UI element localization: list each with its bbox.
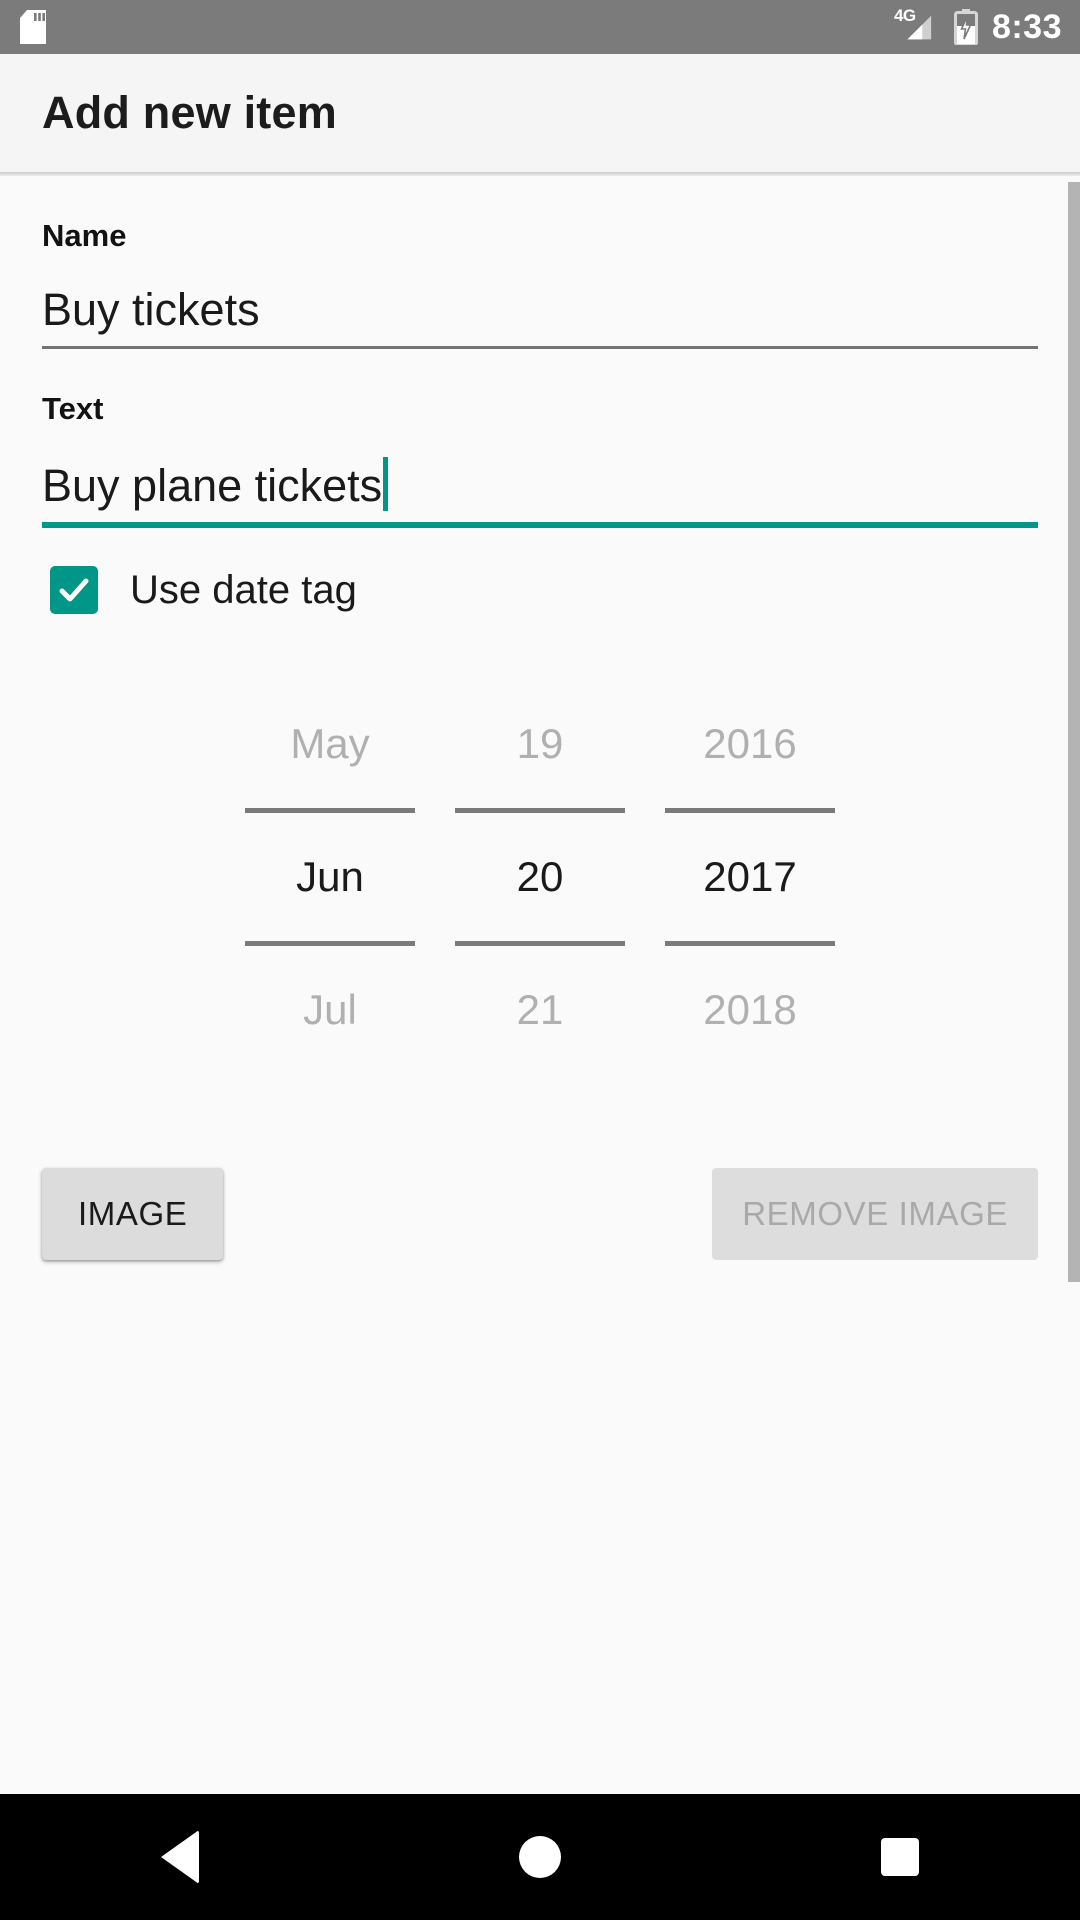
status-bar: 4G 8:33 bbox=[0, 0, 1080, 54]
name-input-value: Buy tickets bbox=[42, 284, 260, 335]
day-selected-cell[interactable]: 20 bbox=[435, 813, 645, 941]
nav-back-button[interactable] bbox=[90, 1794, 270, 1920]
sd-card-icon bbox=[20, 10, 46, 44]
name-field-group: Name Buy tickets bbox=[42, 176, 1038, 349]
day-next-cell[interactable]: 21 bbox=[435, 946, 645, 1074]
month-next-value: Jul bbox=[303, 986, 357, 1033]
year-previous-value: 2016 bbox=[703, 720, 797, 767]
month-next-cell[interactable]: Jul bbox=[225, 946, 435, 1074]
date-picker[interactable]: May Jun Jul 19 20 21 2016 2017 2018 bbox=[42, 680, 1038, 1074]
day-next-value: 21 bbox=[516, 986, 564, 1033]
home-circle-icon bbox=[519, 1836, 561, 1878]
text-input[interactable]: Buy plane tickets bbox=[42, 427, 1038, 522]
name-field-label: Name bbox=[42, 218, 127, 253]
text-input-underline bbox=[42, 522, 1038, 528]
month-selected-value: Jun bbox=[296, 853, 364, 900]
page-title: Add new item bbox=[42, 87, 337, 138]
text-field-label: Text bbox=[42, 391, 104, 426]
vertical-scrollbar[interactable] bbox=[1068, 182, 1080, 1282]
status-bar-clock: 8:33 bbox=[991, 8, 1062, 46]
battery-charging-icon bbox=[953, 9, 978, 45]
year-next-cell[interactable]: 2018 bbox=[645, 946, 855, 1074]
day-previous-value: 19 bbox=[516, 720, 564, 767]
text-cursor bbox=[383, 457, 389, 511]
form-content: Name Buy tickets Text Buy plane tickets … bbox=[0, 176, 1080, 1794]
year-selected-cell[interactable]: 2017 bbox=[645, 813, 855, 941]
checkmark-icon bbox=[59, 578, 89, 602]
use-date-tag-checkbox[interactable] bbox=[50, 566, 98, 614]
day-previous-cell[interactable]: 19 bbox=[435, 680, 645, 808]
status-bar-right: 4G 8:33 bbox=[894, 7, 1062, 46]
year-next-value: 2018 bbox=[703, 986, 797, 1033]
month-previous-value: May bbox=[290, 720, 370, 767]
nav-recents-button[interactable] bbox=[810, 1794, 990, 1920]
nav-home-button[interactable] bbox=[450, 1794, 630, 1920]
system-navigation-bar bbox=[0, 1794, 1080, 1920]
back-triangle-icon bbox=[161, 1830, 199, 1884]
image-button[interactable]: IMAGE bbox=[42, 1168, 224, 1260]
date-picker-day-column[interactable]: 19 20 21 bbox=[435, 680, 645, 1074]
month-previous-cell[interactable]: May bbox=[225, 680, 435, 808]
status-bar-left bbox=[20, 10, 46, 44]
signal-bars-icon: 4G bbox=[894, 7, 940, 45]
image-button-row: IMAGE REMOVE IMAGE bbox=[42, 1168, 1038, 1260]
phone-screen: 4G 8:33 Add new item Name Buy tickets Te… bbox=[0, 0, 1080, 1920]
date-picker-year-column[interactable]: 2016 2017 2018 bbox=[645, 680, 855, 1074]
day-selected-value: 20 bbox=[516, 853, 564, 900]
month-selected-cell[interactable]: Jun bbox=[225, 813, 435, 941]
date-picker-month-column[interactable]: May Jun Jul bbox=[225, 680, 435, 1074]
use-date-tag-label: Use date tag bbox=[130, 567, 357, 612]
recents-square-icon bbox=[881, 1838, 919, 1876]
year-selected-value: 2017 bbox=[703, 853, 797, 900]
year-previous-cell[interactable]: 2016 bbox=[645, 680, 855, 808]
remove-image-button: REMOVE IMAGE bbox=[712, 1168, 1038, 1260]
text-field-group: Text Buy plane tickets bbox=[42, 349, 1038, 528]
use-date-tag-row[interactable]: Use date tag bbox=[42, 566, 1038, 614]
name-input[interactable]: Buy tickets bbox=[42, 254, 1038, 346]
text-input-value: Buy plane tickets bbox=[42, 460, 383, 511]
app-bar: Add new item bbox=[0, 54, 1080, 172]
